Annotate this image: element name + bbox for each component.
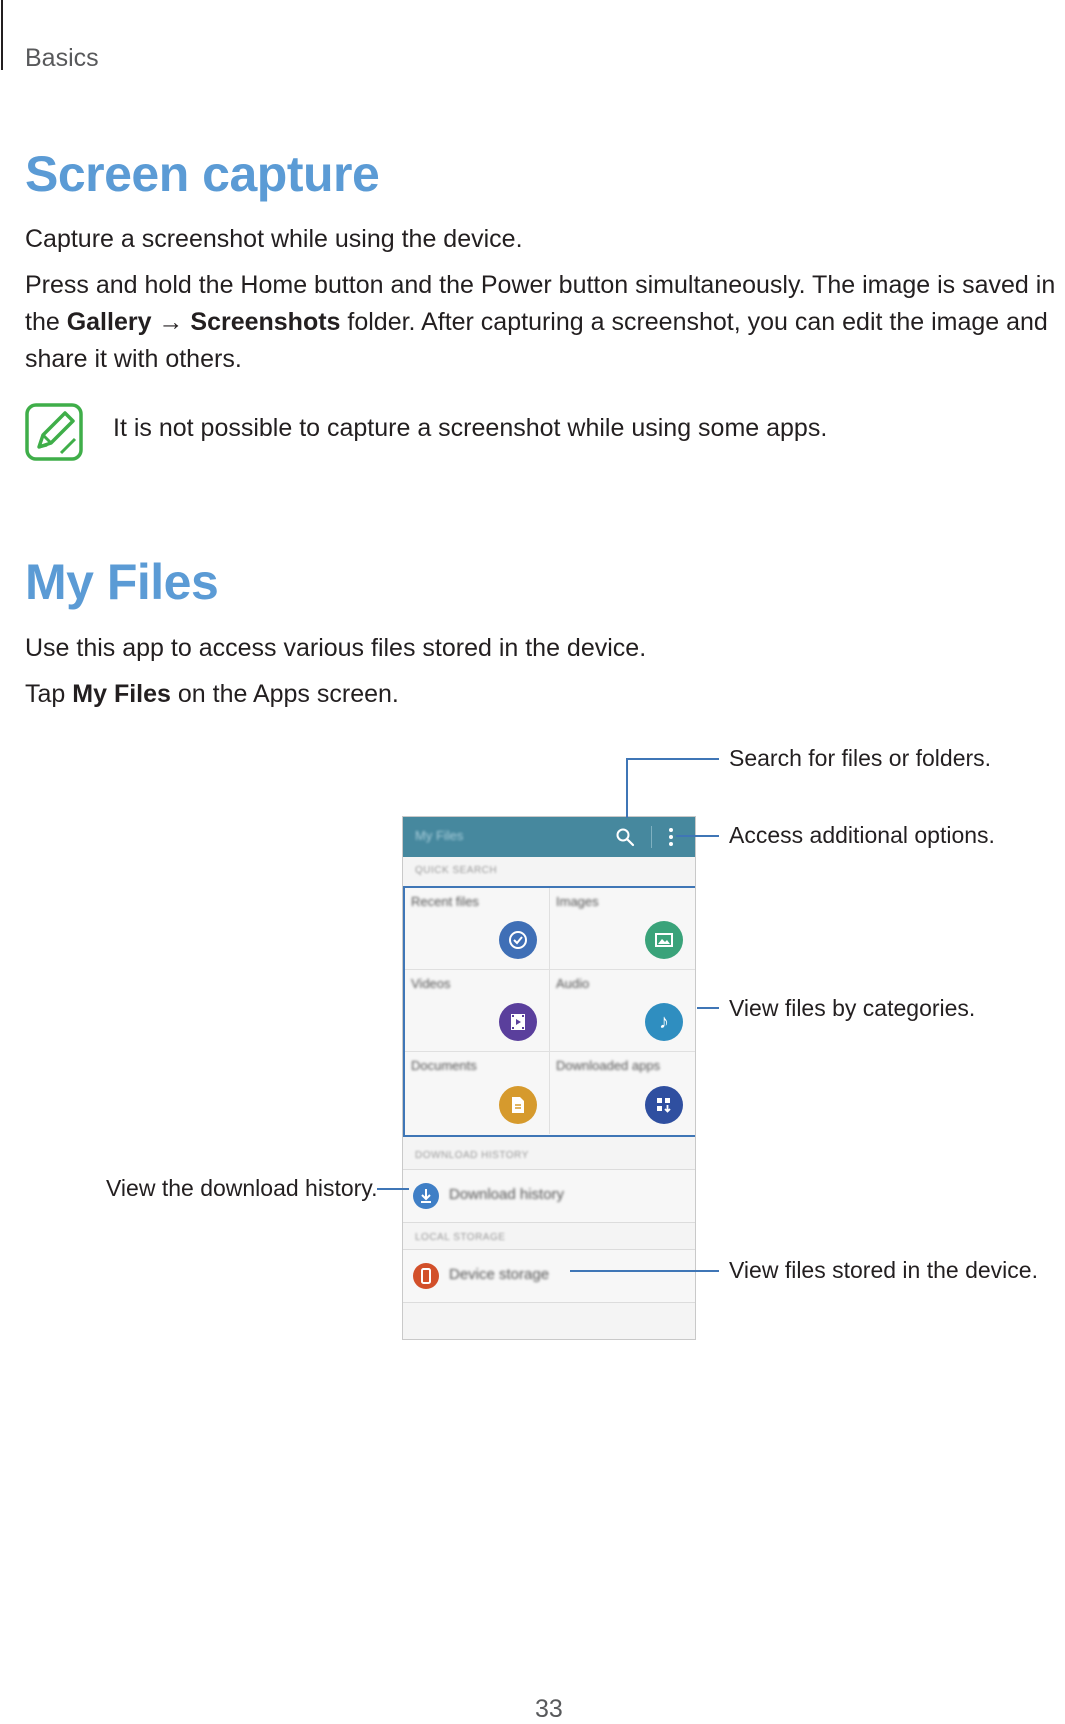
document-icon [499, 1086, 537, 1124]
app-bar: My Files [403, 817, 695, 857]
category-label: Documents [411, 1058, 477, 1073]
device-storage-row[interactable]: Device storage [403, 1249, 695, 1303]
instructions-line-3: share it with others. [25, 345, 242, 373]
search-callout: Search for files or folders. [729, 745, 992, 771]
category-videos[interactable]: Videos [405, 970, 550, 1052]
more-options-icon[interactable] [663, 825, 679, 849]
storage-callout-line [570, 1270, 719, 1272]
header-rule [1, 0, 3, 70]
note-pencil-icon [25, 403, 83, 461]
category-label: Recent files [411, 894, 479, 909]
instructions-line-1: Press and hold the Home button and the P… [25, 271, 1056, 299]
page-number: 33 [535, 1695, 563, 1723]
section-header: Basics [25, 44, 99, 72]
categories-callout: View files by categories. [729, 995, 976, 1021]
options-callout-line [676, 835, 719, 837]
app-title: My Files [415, 828, 464, 843]
download-callout-line [377, 1188, 409, 1190]
gallery-term: Gallery [66, 308, 152, 336]
category-label: Videos [411, 976, 451, 991]
category-audio[interactable]: Audio ♪ [550, 970, 695, 1052]
download-history-section-label: Download history [415, 1150, 529, 1161]
category-recent-files[interactable]: Recent files [405, 888, 550, 970]
my-files-tap-instruction: Tap My Files on the Apps screen. [25, 676, 1065, 713]
category-documents[interactable]: Documents [405, 1052, 550, 1134]
device-icon [413, 1263, 439, 1289]
screen-capture-instructions: Press and hold the Home button and the P… [25, 267, 1065, 378]
category-images[interactable]: Images [550, 888, 695, 970]
screen-capture-intro: Capture a screenshot while using the dev… [25, 225, 523, 253]
path-arrow: → [151, 308, 191, 336]
category-label: Audio [556, 976, 590, 991]
options-callout: Access additional options. [729, 822, 995, 848]
screenshots-term: Screenshots [190, 308, 341, 336]
category-downloaded-apps[interactable]: Downloaded apps [550, 1052, 695, 1134]
my-files-title: My Files [25, 554, 219, 610]
film-icon [499, 1003, 537, 1041]
download-callout: View the download history. [106, 1175, 378, 1201]
my-files-term: My Files [72, 680, 171, 708]
screen-capture-title: Screen capture [25, 146, 380, 202]
search-callout-line-vertical [626, 758, 628, 818]
tap-post: on the Apps screen. [170, 680, 399, 708]
image-icon [645, 921, 683, 959]
tap-pre: Tap [25, 680, 73, 708]
my-files-intro: Use this app to access various files sto… [25, 634, 647, 662]
app-bar-divider [651, 826, 652, 848]
music-note-icon: ♪ [645, 1003, 683, 1041]
instructions-line-2-pre: the [25, 308, 67, 336]
instructions-line-2-post: folder. After capturing a screenshot, yo… [340, 308, 1048, 336]
note-text: It is not possible to capture a screensh… [113, 414, 828, 442]
my-files-screenshot: My Files Quick search Recent files Image… [402, 816, 696, 1340]
download-icon [413, 1183, 439, 1209]
apps-download-icon [645, 1086, 683, 1124]
storage-callout: View files stored in the device. [729, 1257, 1038, 1283]
quick-search-label: Quick search [415, 865, 498, 876]
instructions-line-2: the Gallery → Screenshots folder. After … [25, 304, 1065, 341]
categories-callout-line [697, 1007, 719, 1009]
clock-check-icon [499, 921, 537, 959]
search-callout-line-horizontal [626, 758, 719, 760]
category-label: Downloaded apps [556, 1058, 661, 1073]
search-icon[interactable] [615, 827, 635, 847]
category-label: Images [556, 894, 599, 909]
device-storage-label: Device storage [449, 1266, 550, 1283]
local-storage-section-label: Local storage [415, 1232, 506, 1243]
download-history-label: Download history [449, 1186, 565, 1203]
category-grid: Recent files Images Videos Audio ♪ Docum… [403, 886, 695, 1137]
download-history-row[interactable]: Download history [403, 1169, 695, 1223]
